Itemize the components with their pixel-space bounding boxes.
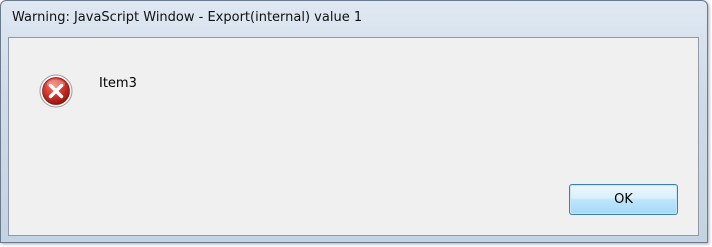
window-title: Warning: JavaScript Window - Export(inte…	[12, 10, 363, 25]
title-bar[interactable]: Warning: JavaScript Window - Export(inte…	[1, 1, 707, 35]
ok-button[interactable]: OK	[569, 184, 678, 215]
dialog-window: Warning: JavaScript Window - Export(inte…	[0, 0, 708, 243]
dialog-body: Item3 OK	[8, 37, 699, 236]
ok-button-label: OK	[614, 192, 633, 207]
error-icon	[39, 74, 73, 108]
message-text: Item3	[99, 76, 137, 91]
